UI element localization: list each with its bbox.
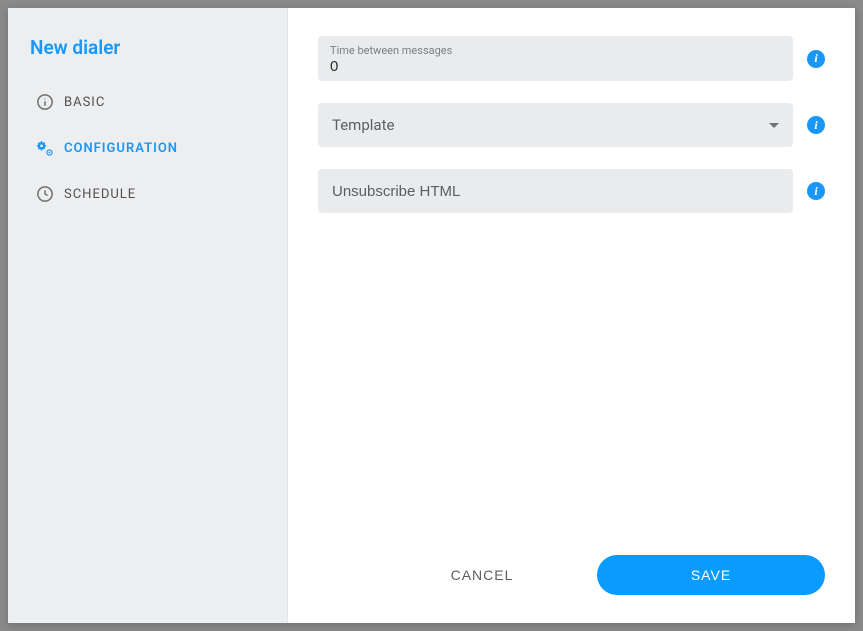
nav-item-basic[interactable]: BASIC — [8, 79, 287, 125]
footer: CANCEL SAVE — [318, 543, 825, 607]
time-between-input[interactable] — [330, 57, 781, 75]
cancel-button[interactable]: CANCEL — [387, 555, 577, 595]
nav-label: SCHEDULE — [64, 187, 136, 202]
main-panel: Time between messages i Template i i — [288, 8, 855, 623]
template-select[interactable]: Template — [318, 103, 793, 147]
info-circle-icon — [36, 93, 54, 111]
unsubscribe-input[interactable] — [332, 183, 779, 200]
time-between-label: Time between messages — [330, 44, 781, 57]
time-between-field[interactable]: Time between messages — [318, 36, 793, 81]
template-placeholder: Template — [332, 116, 394, 134]
info-icon[interactable]: i — [807, 50, 825, 68]
save-button[interactable]: SAVE — [597, 555, 825, 595]
unsubscribe-field[interactable] — [318, 169, 793, 213]
info-icon[interactable]: i — [807, 116, 825, 134]
nav-label: CONFIGURATION — [64, 141, 178, 156]
row-template: Template i — [318, 103, 825, 147]
row-unsubscribe: i — [318, 169, 825, 213]
row-time-between: Time between messages i — [318, 36, 825, 81]
dialer-modal: New dialer BASIC CONFIGURATION — [8, 8, 855, 623]
nav-item-configuration[interactable]: CONFIGURATION — [8, 125, 287, 171]
sidebar: New dialer BASIC CONFIGURATION — [8, 8, 288, 623]
sidebar-title: New dialer — [8, 30, 287, 79]
nav-item-schedule[interactable]: SCHEDULE — [8, 171, 287, 217]
chevron-down-icon — [769, 123, 779, 128]
info-icon[interactable]: i — [807, 182, 825, 200]
form-area: Time between messages i Template i i — [318, 36, 825, 543]
nav-label: BASIC — [64, 95, 105, 110]
gears-icon — [36, 139, 54, 157]
clock-icon — [36, 185, 54, 203]
